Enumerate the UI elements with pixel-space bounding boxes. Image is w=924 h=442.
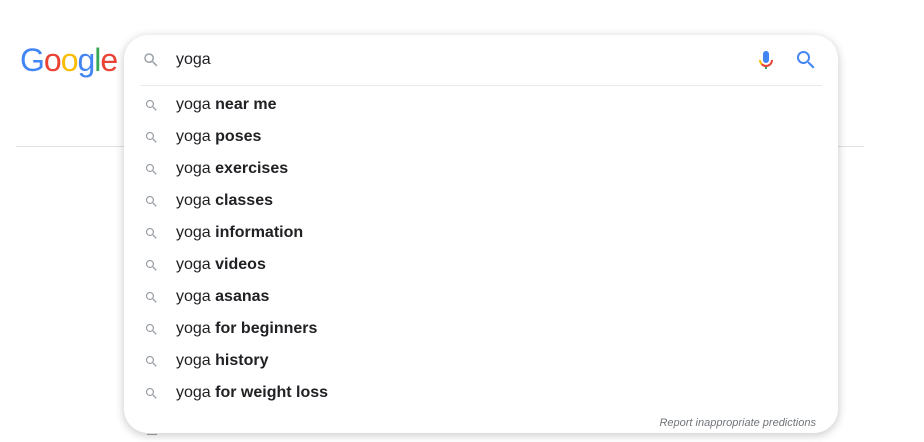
- suggestion-item[interactable]: yoga for beginners: [124, 313, 838, 345]
- suggestion-item[interactable]: yoga history: [124, 345, 838, 377]
- search-icon: [144, 354, 159, 369]
- search-icon: [144, 258, 159, 273]
- suggestion-completion: for weight loss: [215, 384, 329, 401]
- suggestion-completion: for beginners: [215, 320, 318, 337]
- suggestion-completion: exercises: [215, 160, 289, 177]
- suggestion-completion: information: [215, 224, 304, 241]
- suggestion-prefix: yoga: [176, 352, 211, 369]
- logo-letter: o: [60, 42, 79, 78]
- logo-letter: e: [100, 42, 118, 78]
- suggestion-prefix: yoga: [176, 160, 211, 177]
- suggestion-prefix: yoga: [176, 384, 211, 401]
- suggestion-text: yoga for weight loss: [176, 384, 328, 402]
- logo-letter: g: [77, 42, 95, 78]
- suggestion-item[interactable]: yoga exercises: [124, 153, 838, 185]
- suggestion-prefix: yoga: [176, 320, 211, 337]
- logo-letter: G: [20, 42, 45, 78]
- search-icon: [144, 162, 159, 177]
- suggestion-completion: asanas: [215, 288, 270, 305]
- suggestion-prefix: yoga: [176, 128, 211, 145]
- logo-letter: o: [43, 42, 62, 78]
- suggestion-text: yoga information: [176, 224, 303, 242]
- suggestion-text: yoga videos: [176, 256, 266, 274]
- suggestion-item[interactable]: yoga asanas: [124, 281, 838, 313]
- background-result-icon: [147, 434, 157, 440]
- suggestion-text: yoga classes: [176, 192, 273, 210]
- suggestion-item[interactable]: yoga for weight loss: [124, 377, 838, 409]
- search-icon: [144, 290, 159, 305]
- suggestion-completion: history: [215, 352, 269, 369]
- search-icon: [144, 98, 159, 113]
- search-icon: [144, 322, 159, 337]
- suggestion-item[interactable]: yoga information: [124, 217, 838, 249]
- suggestion-item[interactable]: yoga videos: [124, 249, 838, 281]
- search-row: [124, 35, 838, 85]
- suggestion-item[interactable]: yoga poses: [124, 121, 838, 153]
- search-input[interactable]: [176, 47, 736, 73]
- suggestion-text: yoga exercises: [176, 160, 288, 178]
- suggestion-prefix: yoga: [176, 256, 211, 273]
- search-icon: [144, 386, 159, 401]
- suggestion-completion: videos: [215, 256, 266, 273]
- suggestion-text: yoga poses: [176, 128, 261, 146]
- report-predictions-link[interactable]: Report inappropriate predictions: [659, 417, 816, 429]
- suggestion-item[interactable]: yoga classes: [124, 185, 838, 217]
- suggestion-prefix: yoga: [176, 224, 211, 241]
- suggestion-completion: near me: [215, 96, 277, 113]
- search-box: yoga near meyoga posesyoga exercisesyoga…: [124, 35, 838, 433]
- suggestion-text: yoga asanas: [176, 288, 269, 306]
- suggestion-completion: classes: [215, 192, 273, 209]
- suggestion-text: yoga history: [176, 352, 269, 370]
- suggestion-prefix: yoga: [176, 192, 211, 209]
- search-submit-icon[interactable]: [794, 48, 818, 72]
- google-logo[interactable]: Google: [20, 42, 118, 78]
- suggestion-prefix: yoga: [176, 288, 211, 305]
- search-row-divider: [140, 85, 822, 86]
- suggestion-text: yoga for beginners: [176, 320, 317, 338]
- suggestion-text: yoga near me: [176, 96, 277, 114]
- search-icon: [144, 226, 159, 241]
- search-icon: [142, 51, 160, 69]
- suggestion-prefix: yoga: [176, 96, 211, 113]
- microphone-icon[interactable]: [754, 48, 778, 72]
- suggestion-completion: poses: [215, 128, 262, 145]
- suggestion-item[interactable]: yoga near me: [124, 89, 838, 121]
- search-icon: [144, 130, 159, 145]
- search-icon: [144, 194, 159, 209]
- suggestion-list: yoga near me yoga poses yoga exercises yoga…: [124, 89, 838, 409]
